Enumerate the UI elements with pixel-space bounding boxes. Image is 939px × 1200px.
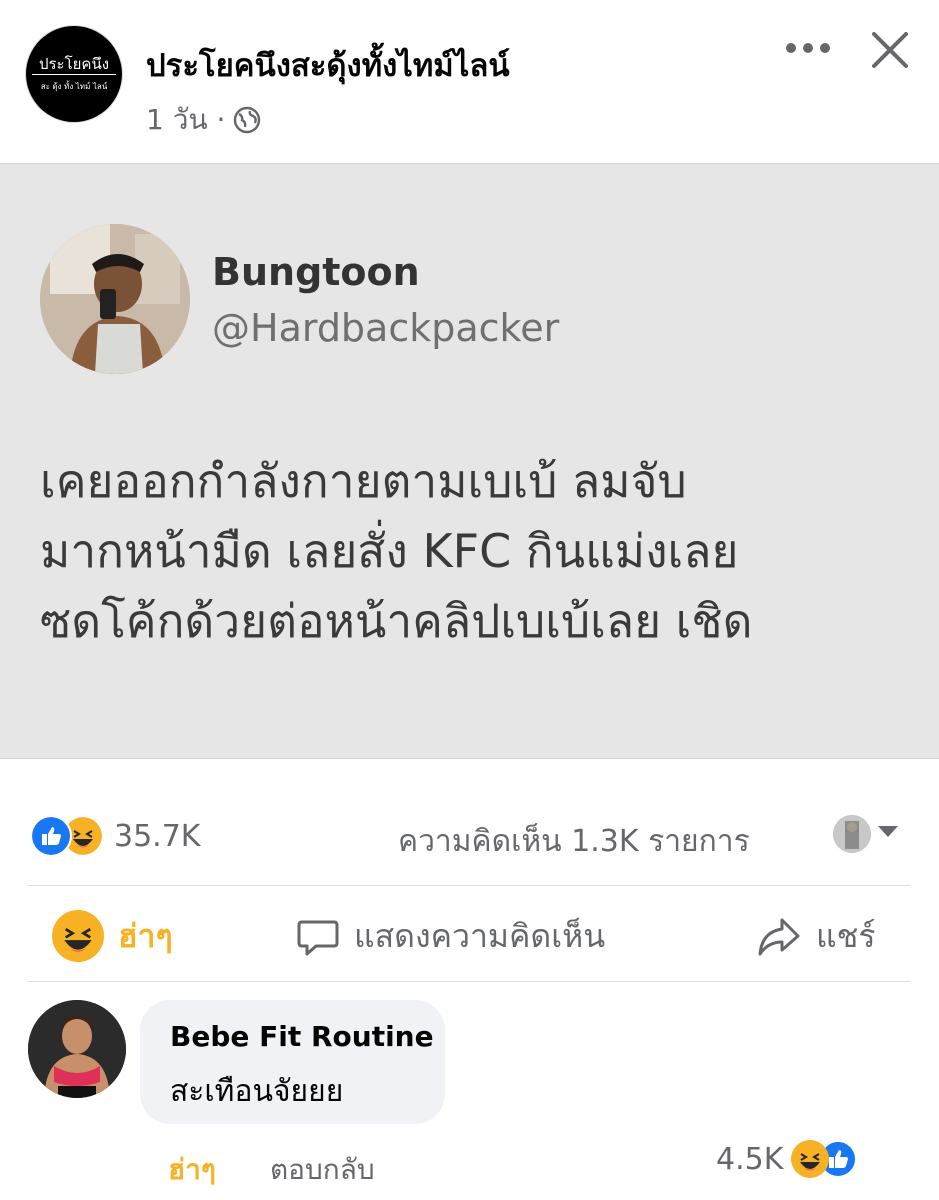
comment-button[interactable]: แสดงความคิดเห็น bbox=[296, 905, 605, 967]
haha-icon bbox=[52, 910, 104, 962]
tweet-text-line: ซดโค้กด้วยต่อหน้าคลิปเบเบ้เลย เชิด bbox=[40, 594, 753, 648]
comment-icon bbox=[297, 920, 339, 956]
page-avatar-logo-subtext: สะ ดุ้ง ทั้ง ไทม์ ไลน์ bbox=[40, 82, 108, 91]
comment-reaction-count: 4.5K bbox=[716, 1141, 784, 1177]
viewer-avatar[interactable] bbox=[833, 815, 871, 853]
divider bbox=[28, 981, 910, 982]
page-avatar[interactable]: ประโยคนึง สะ ดุ้ง ทั้ง ไทม์ ไลน์ bbox=[26, 26, 122, 122]
tweet-text-line: มากหน้ามืด เลยสั่ง KFC กินแม่งเลย bbox=[40, 524, 739, 578]
haha-button[interactable]: ฮ่าๆ bbox=[52, 905, 173, 967]
more-options-button[interactable] bbox=[783, 30, 833, 66]
like-reaction-icon bbox=[30, 815, 72, 857]
comment-reaction-summary[interactable]: 4.5K bbox=[716, 1140, 858, 1178]
comment-author[interactable]: Bebe Fit Routine bbox=[170, 1020, 434, 1053]
share-icon bbox=[758, 918, 800, 956]
comment-text: สะเทือนจัยยย bbox=[170, 1074, 344, 1109]
tweet-avatar-photo bbox=[40, 224, 190, 374]
tweet-author-handle: @Hardbackpacker bbox=[212, 306, 560, 350]
comment-reply-button[interactable]: ตอบกลับ bbox=[270, 1148, 375, 1192]
page-name[interactable]: ประโยคนึงสะดุ้งทั้งไทม์ไลน์ bbox=[146, 40, 510, 90]
comments-count-link[interactable]: ความคิดเห็น 1.3K รายการ bbox=[398, 818, 750, 865]
tweet-text: เคยออกกำลังกายตามเบเบ้ ลมจับ มากหน้ามืด … bbox=[40, 446, 930, 656]
tweet-author-name: Bungtoon bbox=[212, 250, 420, 294]
close-icon[interactable] bbox=[866, 26, 914, 74]
post-meta: 1 วัน · bbox=[146, 98, 261, 142]
commenter-avatar-photo bbox=[28, 1000, 126, 1098]
reaction-summary[interactable]: 35.7K bbox=[30, 815, 200, 857]
haha-reaction-icon bbox=[791, 1140, 830, 1178]
page-avatar-logo-text: ประโยคนึง bbox=[38, 55, 110, 73]
comment-label: แสดงความคิดเห็น bbox=[354, 916, 606, 955]
tweet-text-line: เคยออกกำลังกายตามเบเบ้ ลมจับ bbox=[40, 454, 687, 508]
globe-icon bbox=[234, 106, 261, 134]
share-button[interactable]: แชร์ bbox=[756, 905, 876, 967]
viewer-avatar-photo bbox=[833, 815, 871, 853]
post-time[interactable]: 1 วัน · bbox=[146, 98, 225, 142]
commenter-avatar[interactable] bbox=[28, 1000, 126, 1098]
page-avatar-logo-line bbox=[32, 74, 116, 75]
chevron-down-icon[interactable] bbox=[878, 826, 898, 837]
more-horizontal-icon bbox=[786, 43, 830, 53]
divider bbox=[28, 885, 910, 886]
reaction-count: 35.7K bbox=[114, 818, 201, 854]
tweet-avatar bbox=[40, 224, 190, 374]
haha-label: ฮ่าๆ bbox=[118, 916, 173, 955]
comment-haha-button[interactable]: ฮ่าๆ bbox=[168, 1148, 216, 1192]
share-label: แชร์ bbox=[816, 916, 876, 955]
